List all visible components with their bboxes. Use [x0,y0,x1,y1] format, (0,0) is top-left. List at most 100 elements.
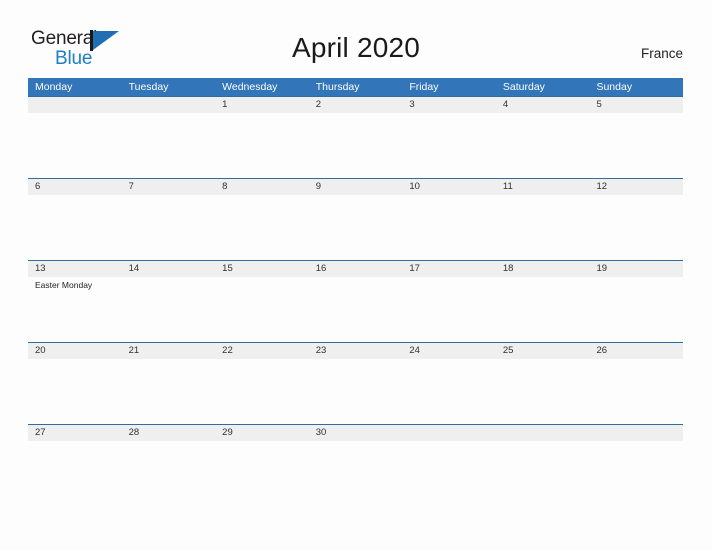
day-number[interactable]: 29 [215,425,309,441]
day-number[interactable]: 27 [28,425,122,441]
day-number[interactable]: 2 [309,97,403,113]
day-cell[interactable] [122,195,216,260]
day-cell[interactable] [309,113,403,178]
day-number[interactable]: 14 [122,261,216,277]
day-cell[interactable] [122,277,216,342]
week-date-strip: 13 14 15 16 17 18 19 [28,260,683,277]
page-header: General Blue April 2020 France [0,0,712,78]
day-cell[interactable] [402,113,496,178]
day-number[interactable]: 6 [28,179,122,195]
day-number-empty [589,425,683,441]
day-cell[interactable] [496,113,590,178]
day-cell[interactable] [122,441,216,505]
day-cell[interactable] [589,195,683,260]
weekday-header-friday: Friday [409,81,439,93]
weekday-header-thursday: Thursday [315,81,360,93]
day-number-empty [402,425,496,441]
weekday-header-saturday: Saturday [502,81,545,93]
day-number[interactable]: 17 [402,261,496,277]
day-cell[interactable] [589,359,683,424]
day-number[interactable]: 16 [309,261,403,277]
day-cell[interactable] [589,277,683,342]
calendar-week-row: 13 14 15 16 17 18 19 Easter Monday [28,260,683,342]
day-number[interactable]: 7 [122,179,216,195]
day-cell[interactable] [309,441,403,505]
day-number[interactable]: 4 [496,97,590,113]
day-number[interactable]: 12 [589,179,683,195]
country-label: France [640,46,683,61]
weekday-header-sunday: Sunday [596,81,633,93]
week-event-strip [28,441,683,505]
page-title: April 2020 [291,32,421,63]
calendar-week-row: 27 28 29 30 [28,424,683,505]
day-cell[interactable] [122,113,216,178]
week-date-strip: 27 28 29 30 [28,424,683,441]
weekday-header-monday: Monday [35,81,73,93]
calendar-week-row: 20 21 22 23 24 25 26 [28,342,683,424]
day-cell[interactable] [496,359,590,424]
day-cell[interactable] [589,441,683,505]
week-event-strip [28,113,683,178]
day-cell[interactable] [28,359,122,424]
day-number[interactable]: 26 [589,343,683,359]
day-number-empty [28,97,122,113]
day-cell[interactable] [496,277,590,342]
day-cell[interactable] [496,195,590,260]
day-number[interactable]: 20 [28,343,122,359]
week-date-strip: 12345 [28,96,683,113]
day-number[interactable]: 18 [496,261,590,277]
day-cell[interactable]: Easter Monday [28,277,122,342]
day-number[interactable]: 11 [496,179,590,195]
day-number[interactable]: 5 [589,97,683,113]
day-cell[interactable] [309,359,403,424]
day-cell[interactable] [215,195,309,260]
day-cell[interactable] [402,195,496,260]
day-number[interactable]: 13 [28,261,122,277]
day-number-empty [122,97,216,113]
day-number[interactable]: 9 [309,179,403,195]
day-cell[interactable] [215,359,309,424]
day-cell[interactable] [28,113,122,178]
day-cell[interactable] [402,277,496,342]
calendar-page: General Blue April 2020 France Monday Tue… [0,0,712,550]
day-cell[interactable] [215,441,309,505]
week-event-strip [28,195,683,260]
calendar-week-row: 12345 [28,96,683,178]
weekday-header-row: Monday Tuesday Wednesday Thursday Friday Satu… [28,78,683,96]
day-number[interactable]: 10 [402,179,496,195]
week-date-strip: 6 7 8 9 10 11 12 [28,178,683,195]
day-cell[interactable] [309,195,403,260]
day-cell[interactable] [28,441,122,505]
day-cell[interactable] [215,113,309,178]
calendar-weeks: 1 2 3 4 5 6 7 8 9 10 11 12 13 14 15 16 17 18 19 Easter Mond… [28,96,683,505]
weekday-header-tuesday: Tuesday [128,81,169,93]
day-number[interactable]: 3 [402,97,496,113]
day-cell[interactable] [215,277,309,342]
day-cell[interactable] [496,441,590,505]
day-cell[interactable] [309,277,403,342]
weekday-header-wednesday: Wednesday [222,81,278,93]
week-event-strip [28,359,683,424]
week-event-strip: Easter Monday [28,277,683,342]
day-cell[interactable] [589,113,683,178]
day-number[interactable]: 25 [496,343,590,359]
day-number[interactable]: 30 [309,425,403,441]
day-number[interactable]: 24 [402,343,496,359]
day-number[interactable]: 15 [215,261,309,277]
holiday-label: Easter Monday [35,280,93,290]
week-date-strip: 20 21 22 23 24 25 26 [28,342,683,359]
calendar-grid: Monday Tuesday Wednesday Thursday Friday Satu… [28,78,683,505]
day-cell[interactable] [122,359,216,424]
day-number[interactable]: 19 [589,261,683,277]
day-cell[interactable] [402,441,496,505]
day-number[interactable]: 23 [309,343,403,359]
day-number[interactable]: 21 [122,343,216,359]
day-number[interactable]: 8 [215,179,309,195]
day-number[interactable]: 28 [122,425,216,441]
day-number-empty [496,425,590,441]
day-cell[interactable] [402,359,496,424]
day-number[interactable]: 22 [215,343,309,359]
calendar-week-row: 6 7 8 9 10 11 12 [28,178,683,260]
day-cell[interactable] [28,195,122,260]
day-number[interactable]: 1 [215,97,309,113]
